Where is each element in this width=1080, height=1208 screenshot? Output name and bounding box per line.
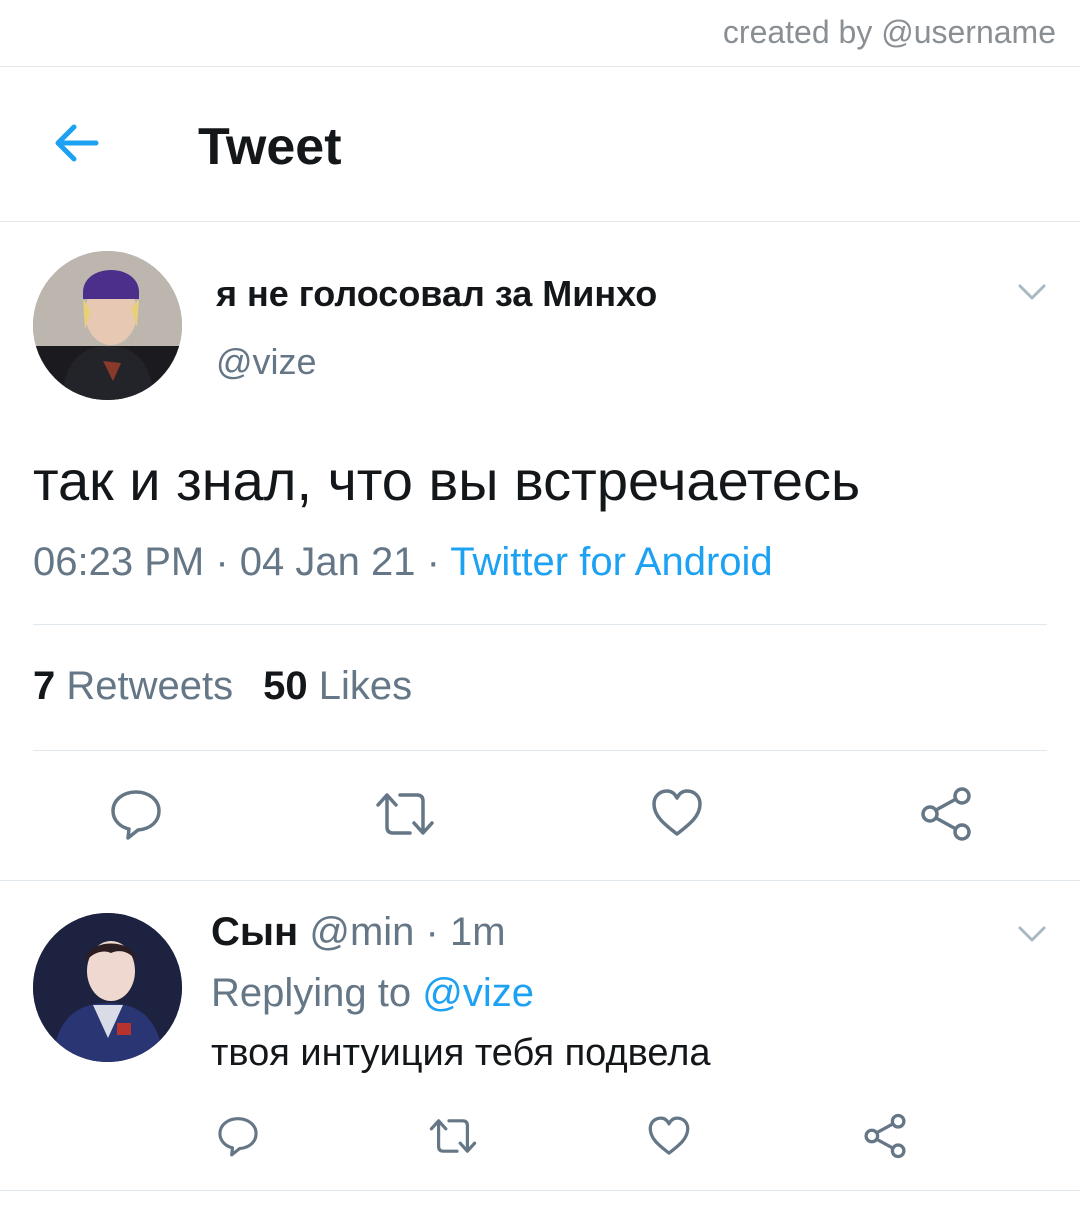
page-title: Tweet: [198, 118, 342, 176]
retweet-count: 7: [33, 664, 56, 708]
divider: [0, 880, 1080, 881]
avatar[interactable]: [33, 913, 182, 1062]
chevron-down-icon[interactable]: [1016, 922, 1048, 946]
retweets-stat[interactable]: 7 Retweets: [33, 664, 233, 708]
author-handle[interactable]: @vize: [216, 341, 317, 383]
tweet-time: 06:23 PM: [33, 540, 205, 584]
divider: [0, 1190, 1080, 1191]
arrow-left-icon[interactable]: [50, 119, 106, 167]
retweet-icon[interactable]: [374, 789, 436, 839]
top-bar: Tweet: [0, 67, 1080, 221]
replying-to-mention[interactable]: @vize: [422, 971, 534, 1015]
divider: [33, 750, 1047, 751]
reply-header: Сын @min · 1m: [211, 910, 506, 955]
tweet-stats: 7 Retweets 50 Likes: [33, 664, 412, 709]
avatar[interactable]: [33, 251, 182, 400]
likes-stat[interactable]: 50 Likes: [263, 664, 412, 708]
tweet-source-link[interactable]: Twitter for Android: [450, 540, 772, 584]
heart-icon[interactable]: [647, 1115, 691, 1157]
meta-separator: ·: [204, 540, 240, 584]
chevron-down-icon[interactable]: [1016, 280, 1048, 304]
retweet-icon[interactable]: [428, 1116, 478, 1156]
tweet-text: так и знал, что вы встречаетесь: [33, 449, 861, 512]
creator-credit: created by @username: [722, 14, 1056, 50]
tweet-meta: 06:23 PM · 04 Jan 21 · Twitter for Andro…: [33, 540, 773, 585]
share-icon[interactable]: [918, 786, 974, 842]
reply-text: твоя интуиция тебя подвела: [211, 1032, 711, 1074]
author-display-name[interactable]: я не голосовал за Минхо: [216, 273, 657, 315]
divider: [0, 221, 1080, 222]
reply-author-name[interactable]: Сын: [211, 910, 298, 954]
share-icon[interactable]: [862, 1113, 908, 1159]
heart-icon[interactable]: [650, 788, 704, 838]
reply-author-handle[interactable]: @min: [309, 910, 414, 954]
like-count: 50: [263, 664, 308, 708]
likes-label: Likes: [318, 664, 413, 708]
replying-label: Replying to: [211, 971, 412, 1015]
meta-separator: ·: [414, 910, 450, 954]
comment-icon[interactable]: [216, 1114, 260, 1158]
replying-to: Replying to @vize: [211, 971, 534, 1016]
retweets-label: Retweets: [66, 664, 234, 708]
reply-time: 1m: [449, 910, 506, 954]
divider: [33, 624, 1047, 625]
meta-separator: ·: [415, 540, 451, 584]
tweet-date: 04 Jan 21: [239, 540, 416, 584]
comment-icon[interactable]: [108, 786, 164, 842]
